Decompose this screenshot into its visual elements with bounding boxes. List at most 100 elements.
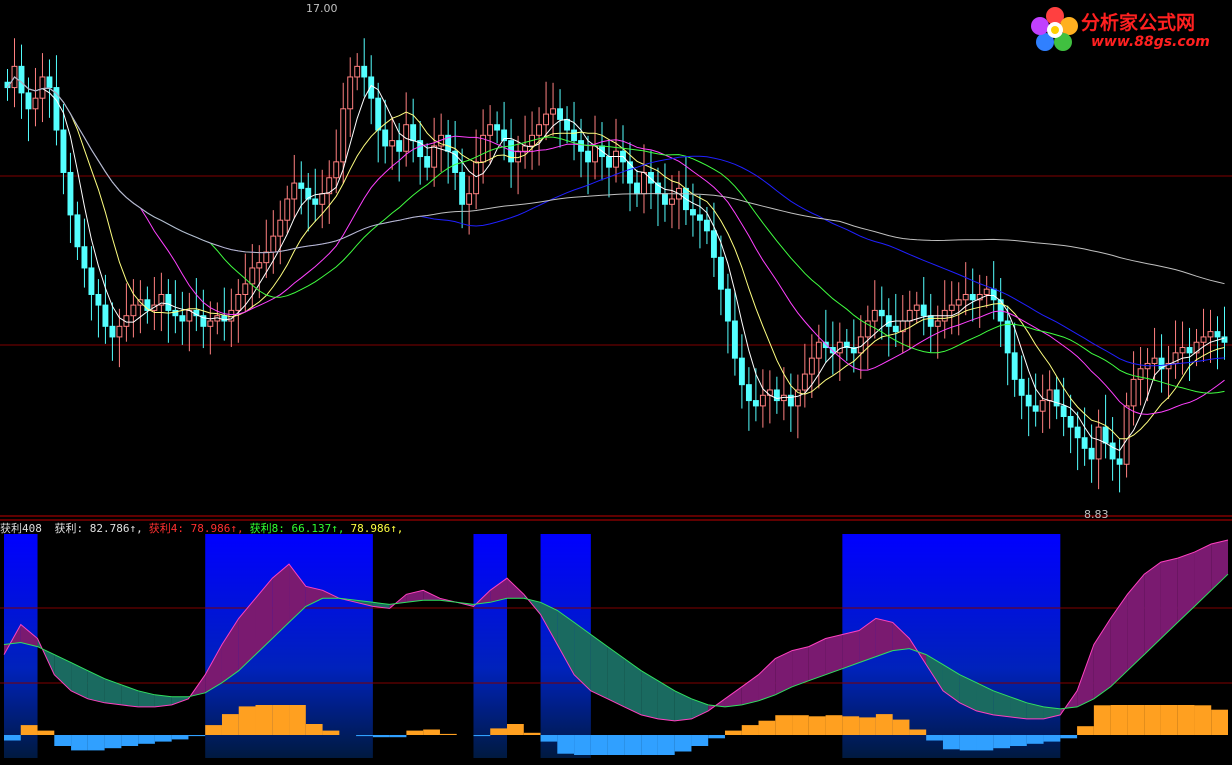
hist-bar-neg [976,735,994,751]
indicator-value-0: 获利: 82.786↑, [54,522,143,535]
candle [116,325,123,338]
spread-fill [1093,618,1111,699]
candle [871,309,878,322]
hist-bar-neg [1043,735,1061,742]
hist-bar-neg [138,735,155,744]
candle [710,230,717,258]
candle [74,214,81,248]
spread-fill [741,674,759,705]
candle [424,156,431,168]
candle [1004,320,1011,354]
candle [543,113,550,126]
candle [920,304,927,317]
hist-bar-neg [154,735,172,742]
hist-bar-pos [322,730,340,735]
candle [165,293,172,311]
hist-bar-neg [657,735,675,755]
spread-fill [1160,558,1178,639]
candle [431,145,438,168]
hist-bar-pos [205,725,222,735]
candle [256,262,263,269]
spread-fill [624,658,642,715]
candle [613,150,619,168]
hist-bar-neg [708,735,725,739]
candle [459,171,466,205]
hist-bar-pos [272,705,290,735]
candle [724,288,731,322]
hist-bar-pos [1144,705,1161,735]
candle [312,198,319,205]
candle [536,124,543,136]
indicator-value-3: 78.986↑, [350,522,404,535]
candle [1067,416,1074,428]
candle [32,97,39,110]
candle [354,65,361,78]
candle [81,246,88,269]
candle [347,76,354,110]
candle [766,389,773,396]
candle [396,140,403,152]
spread-fill [607,646,625,707]
candle [361,65,368,78]
stock-chart[interactable] [0,0,1232,765]
spread-fill [758,658,776,701]
hist-bar-neg [1060,735,1078,739]
candle [487,124,494,136]
hist-bar-pos [1093,705,1111,735]
hist-bar-neg [54,735,72,746]
candle [333,161,340,179]
max-price-label: 17.00 [306,2,338,15]
candle [1011,352,1018,380]
site-logo: 分析家公式网 www.88gs.com [1029,4,1224,52]
candle [592,145,598,163]
hist-bar-neg [87,735,105,751]
candle [878,309,885,317]
candle [550,108,556,115]
candle [606,156,612,168]
candle [662,193,668,205]
hist-bar-neg [188,735,206,737]
candle [731,320,738,359]
hist-bar-pos [1110,705,1128,735]
candle [836,341,843,354]
candle [1207,331,1214,338]
hist-bar-neg [473,735,491,737]
indicator-value-2: 获利8: 66.137↑, [249,522,345,535]
candle [473,161,480,195]
spread-fill [1177,552,1195,623]
spread-fill [1127,574,1145,671]
candle [277,219,284,237]
hist-bar-neg [993,735,1011,749]
hist-bar-neg [104,735,122,749]
hist-bar-neg [590,735,608,755]
candle [291,182,298,200]
candle [557,108,563,120]
candle [130,304,137,317]
candle [340,108,347,163]
candle [249,267,256,285]
candle [95,293,102,306]
hist-bar-pos [406,730,424,735]
candle [88,267,95,295]
candle [578,140,584,152]
candle [906,309,913,322]
hist-bar-pos [741,725,759,735]
candle [39,76,46,99]
candle [969,293,976,301]
hist-bar-neg [557,735,575,754]
candle [242,283,249,295]
candle [1095,426,1102,460]
hist-bar-pos [305,724,323,735]
candle [808,357,815,375]
hist-bar-neg [691,735,709,746]
hist-bar-neg [959,735,977,751]
hist-bar-pos [1160,705,1178,735]
indicator-name: 获利408 [0,522,42,535]
flower-logo-icon [1031,7,1078,51]
candle [745,384,752,402]
candle [934,320,941,327]
candle [109,325,116,338]
hist-bar-pos [1127,705,1145,735]
candle [410,124,417,142]
candle [1179,347,1186,354]
